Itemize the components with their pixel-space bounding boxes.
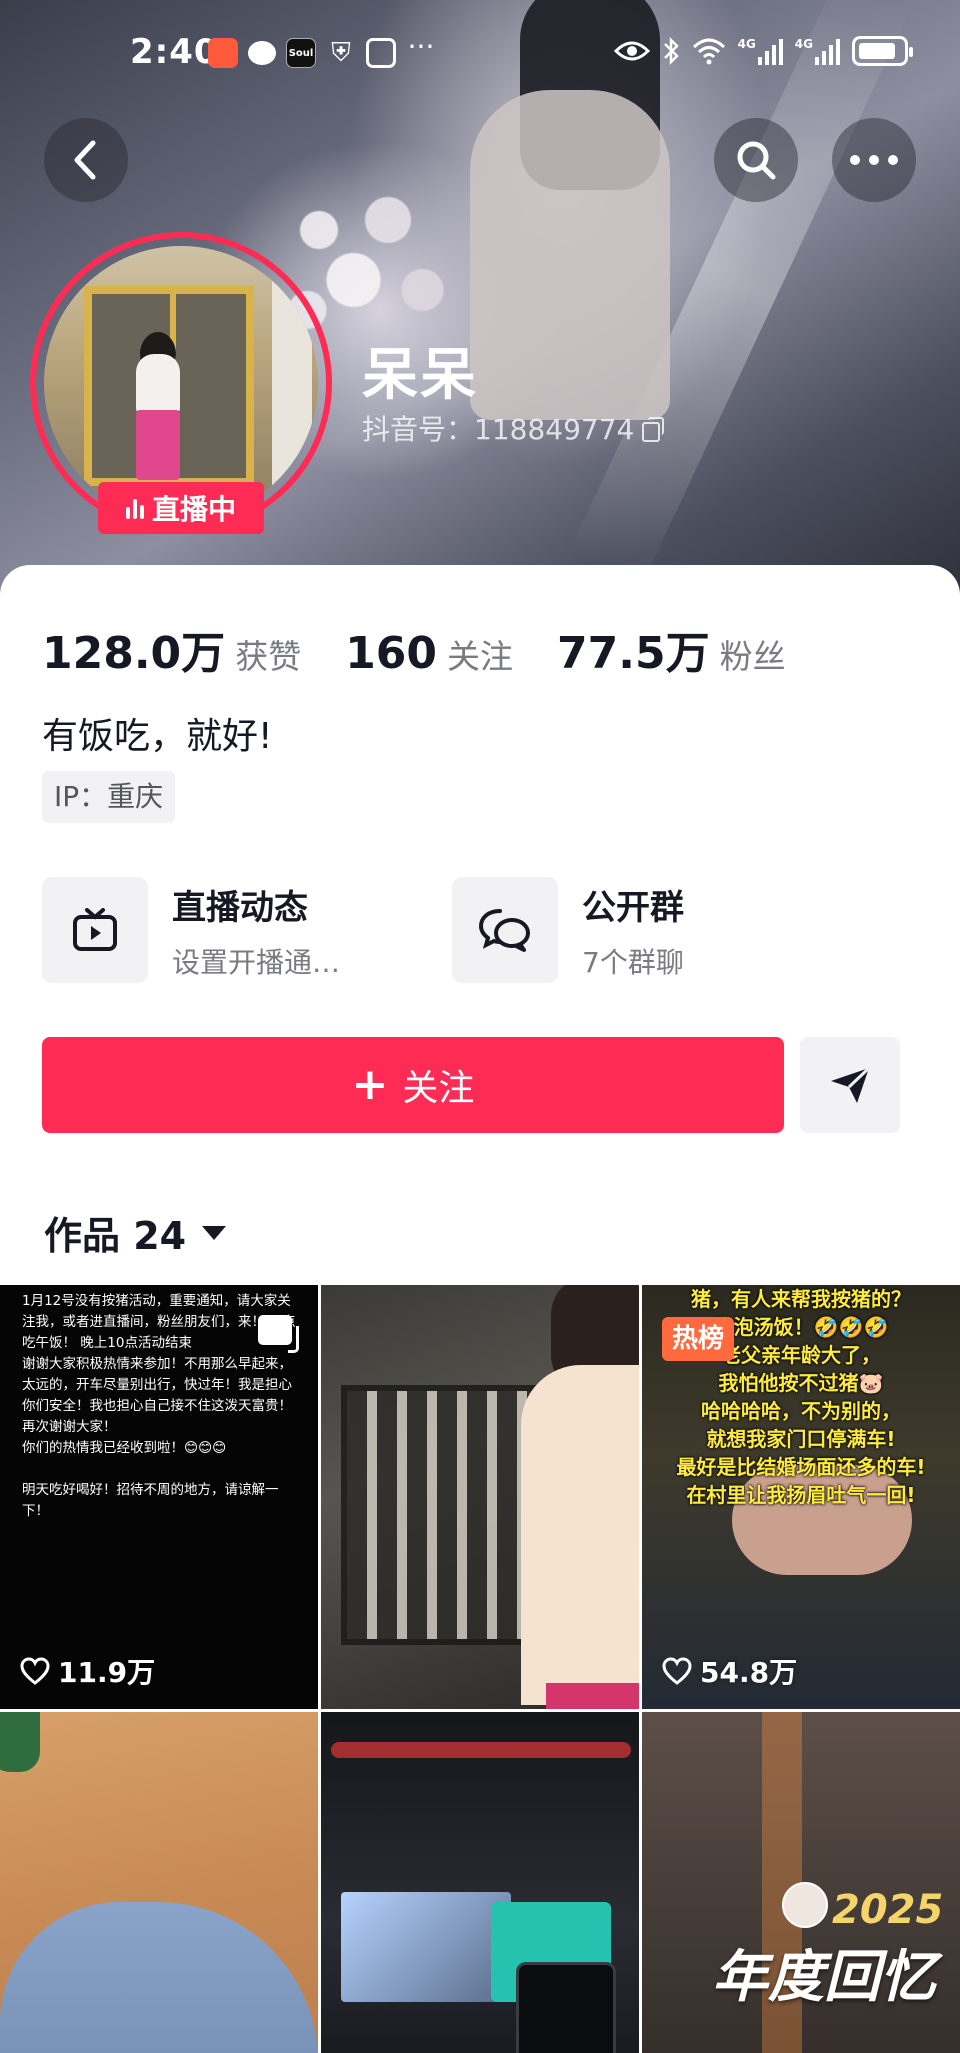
ip-location-tag: IP：重庆 bbox=[42, 771, 176, 823]
live-updates-title: 直播动态 bbox=[172, 887, 308, 928]
thumbnail-legs bbox=[0, 1902, 318, 2053]
shield-icon: ⛨ bbox=[331, 38, 351, 68]
video-likes-count: 54.8万 bbox=[700, 1656, 798, 1689]
avatar-person bbox=[136, 354, 180, 414]
public-group-entry[interactable]: 公开群 7个群聊 bbox=[452, 877, 684, 983]
public-group-subtitle: 7个群聊 bbox=[582, 945, 684, 979]
chat-icon-box bbox=[452, 877, 558, 983]
thumbnail-person bbox=[521, 1365, 639, 1705]
video-notice-text: 1月12号没有按猪活动，重要通知，请大家关注我，或者进直播间，粉丝朋友们，来！1… bbox=[22, 1293, 296, 1519]
profile-card: 128.0万 获赞 160 关注 77.5万 粉丝 有饭吃，就好! IP：重庆 … bbox=[0, 565, 960, 2053]
video-likes: 11.9万 bbox=[20, 1651, 155, 1691]
search-icon bbox=[737, 141, 776, 180]
thumbnail-mini-avatar bbox=[782, 1882, 828, 1928]
wifi-icon bbox=[692, 38, 725, 65]
hot-list-badge: 热榜 bbox=[662, 1317, 735, 1361]
video-thumbnail[interactable] bbox=[0, 1712, 318, 2053]
follow-button[interactable]: + 关注 bbox=[42, 1037, 784, 1133]
signal-2: 4G bbox=[795, 37, 840, 65]
thumbnail-dashboard-light bbox=[331, 1742, 631, 1758]
video-thumbnail[interactable] bbox=[321, 1712, 639, 2053]
profile-stats: 128.0万 获赞 160 关注 77.5万 粉丝 bbox=[42, 617, 830, 681]
follow-button-label: 关注 bbox=[402, 1068, 475, 1109]
bluetooth-icon bbox=[663, 36, 679, 66]
live-updates-text: 直播动态 设置开播通… bbox=[172, 880, 340, 981]
paper-plane-icon bbox=[831, 1066, 871, 1103]
thumbnail-car-screen bbox=[341, 1892, 511, 2002]
signal-bars-icon bbox=[757, 37, 783, 65]
background-figure bbox=[470, 90, 670, 420]
works-tab-label: 作品 24 bbox=[44, 1214, 187, 1258]
avatar-sign bbox=[272, 266, 312, 486]
video-likes: 54.8万 bbox=[662, 1651, 797, 1691]
soul-app-icon: Soul bbox=[286, 38, 316, 68]
caret-down-icon bbox=[202, 1225, 227, 1240]
message-icon bbox=[248, 41, 276, 65]
plus-icon: + bbox=[351, 1059, 389, 1110]
eye-icon bbox=[613, 41, 650, 61]
network-type-2: 4G bbox=[794, 37, 813, 51]
thumbnail-person-pants bbox=[546, 1683, 639, 1709]
heart-icon bbox=[20, 1657, 50, 1685]
more-dots-icon bbox=[850, 155, 898, 165]
multi-image-icon bbox=[258, 1315, 299, 1353]
profile-name: 呆呆 bbox=[362, 343, 478, 408]
stat-label: 获赞 bbox=[235, 637, 302, 676]
signal-bars-icon bbox=[815, 37, 840, 65]
thumbnail-phone bbox=[516, 1962, 616, 2053]
stat-label: 关注 bbox=[447, 637, 514, 676]
video-thumbnail[interactable]: 2025 年度回忆 bbox=[642, 1712, 960, 2053]
network-type-1: 4G bbox=[737, 37, 756, 51]
status-app-icons: Soul ⛨ ··· bbox=[208, 30, 436, 68]
video-thumbnail[interactable]: 1月12号没有按猪活动，重要通知，请大家关注我，或者进直播间，粉丝朋友们，来！1… bbox=[0, 1285, 318, 1709]
stat-value: 128.0万 bbox=[42, 628, 226, 679]
douyin-id-text: 抖音号：118849774 bbox=[362, 413, 635, 446]
recap-title: 年度回忆 bbox=[712, 1945, 936, 2010]
video-thumbnail[interactable]: 猪，有人来帮我按猪的？ 吃泡汤饭！🤣🤣🤣 老父亲年龄大了， 我怕他按不过猪🐷 哈… bbox=[642, 1285, 960, 1709]
stat-likes[interactable]: 128.0万 获赞 bbox=[42, 617, 301, 681]
stat-following[interactable]: 160 关注 bbox=[345, 628, 513, 679]
live-updates-entry[interactable]: 直播动态 设置开播通… bbox=[42, 877, 340, 983]
avatar-image bbox=[44, 246, 318, 520]
live-badge-label: 直播中 bbox=[151, 493, 236, 526]
recap-year: 2025 bbox=[832, 1887, 944, 1933]
video-likes-count: 11.9万 bbox=[58, 1656, 156, 1689]
copy-icon[interactable] bbox=[642, 417, 665, 442]
avatar-person-pants bbox=[136, 410, 180, 480]
status-time: 2:40 bbox=[130, 32, 219, 72]
stat-label: 粉丝 bbox=[719, 637, 786, 676]
chat-bubbles-icon bbox=[478, 909, 530, 952]
tv-icon bbox=[73, 908, 117, 951]
live-bars-icon bbox=[125, 497, 144, 519]
stat-value: 160 bbox=[345, 628, 438, 679]
back-button[interactable] bbox=[44, 118, 128, 202]
signal-1: 4G bbox=[738, 37, 783, 65]
stat-value: 77.5万 bbox=[557, 628, 710, 679]
photo-icon bbox=[366, 38, 396, 68]
battery-icon bbox=[852, 36, 913, 66]
stat-followers[interactable]: 77.5万 粉丝 bbox=[557, 617, 786, 681]
more-options-button[interactable] bbox=[832, 118, 916, 202]
chevron-left-icon bbox=[74, 140, 96, 180]
works-tab[interactable]: 作品 24 bbox=[44, 1205, 227, 1260]
public-group-text: 公开群 7个群聊 bbox=[582, 880, 684, 981]
shopping-app-icon bbox=[208, 38, 238, 68]
profile-bio: 有饭吃，就好! bbox=[42, 716, 273, 757]
search-button[interactable] bbox=[714, 118, 798, 202]
thumbnail-pig-pen bbox=[341, 1385, 541, 1645]
send-message-button[interactable] bbox=[800, 1037, 900, 1133]
douyin-id[interactable]: 抖音号：118849774 bbox=[362, 408, 665, 448]
tv-icon-box bbox=[42, 877, 148, 983]
status-bar: 2:40 Soul ⛨ ··· 4G 4G bbox=[0, 30, 960, 80]
video-grid: 1月12号没有按猪活动，重要通知，请大家关注我，或者进直播间，粉丝朋友们，来！1… bbox=[0, 1285, 960, 2053]
heart-icon bbox=[662, 1657, 692, 1685]
live-badge[interactable]: 直播中 bbox=[98, 482, 264, 534]
thumbnail-bottle bbox=[0, 1712, 40, 1772]
more-dots-icon: ··· bbox=[407, 30, 435, 63]
video-thumbnail[interactable] bbox=[321, 1285, 639, 1709]
public-group-title: 公开群 bbox=[582, 887, 684, 928]
live-updates-subtitle: 设置开播通… bbox=[172, 945, 341, 979]
status-indicators: 4G 4G bbox=[613, 36, 913, 66]
